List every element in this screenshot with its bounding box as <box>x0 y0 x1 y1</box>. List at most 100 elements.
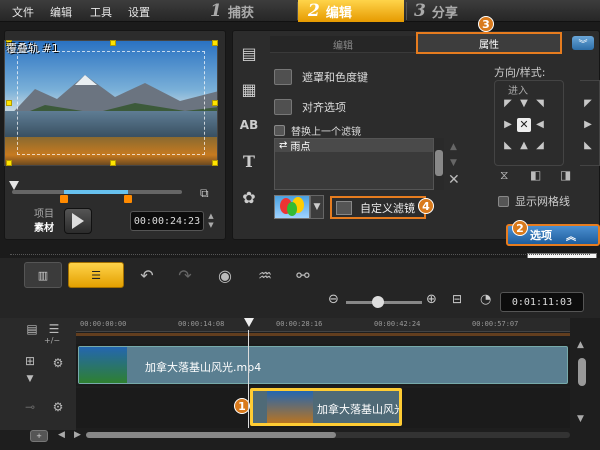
show-grid-checkbox[interactable] <box>498 195 509 207</box>
overlay-clip[interactable]: 加拿大落基山风光 <box>250 388 402 426</box>
preview-playhead[interactable] <box>9 181 19 190</box>
step-edit[interactable]: 2 编辑 <box>298 0 404 22</box>
exit-dir-icon[interactable]: ◣ <box>582 140 594 152</box>
redo-icon[interactable]: ↷ <box>174 265 196 287</box>
horizontal-scroll-thumb[interactable] <box>86 432 336 438</box>
zoom-slider-thumb[interactable] <box>372 296 384 308</box>
exit-dir-icon[interactable]: ▶ <box>582 119 594 131</box>
dir-center-icon[interactable]: ✕ <box>517 118 531 132</box>
callout-4: 4 <box>418 198 434 214</box>
delete-filter-icon[interactable]: ✕ <box>448 172 460 188</box>
enter-label: 进入 <box>508 86 528 97</box>
exit-dir-icon[interactable]: ◤ <box>582 98 594 110</box>
zoom-out-icon[interactable]: ⊖ <box>328 292 339 307</box>
record-icon[interactable]: ◉ <box>214 265 236 287</box>
undo-icon[interactable]: ↶ <box>136 265 158 287</box>
mix-icon[interactable]: ⚯ <box>292 265 314 287</box>
audio-icon[interactable]: ♒ <box>254 265 276 287</box>
media-icon[interactable]: ▤ <box>236 40 262 66</box>
step-capture[interactable]: 1 捕获 <box>200 0 296 22</box>
add-track-button[interactable]: + <box>30 430 48 442</box>
align-option[interactable]: 对齐选项 <box>274 98 346 116</box>
fade-out-icon[interactable]: ◨ <box>560 168 571 182</box>
dir-bottom-icon[interactable]: ▲ <box>518 140 530 152</box>
move-down-icon[interactable]: ▼ <box>450 158 457 168</box>
highlight-frame-attributes <box>416 32 562 54</box>
ripple-edit-icon[interactable]: ⊞ <box>20 352 40 370</box>
replace-filter-option[interactable]: 替换上一个滤镜 <box>274 121 361 139</box>
move-up-icon[interactable]: ▲ <box>450 142 457 152</box>
scroll-right-icon[interactable]: ▶ <box>74 430 81 440</box>
video-track-icon[interactable]: ⚙ <box>48 354 68 372</box>
play-button[interactable] <box>64 208 92 234</box>
menu-file[interactable]: 文件 <box>12 4 34 20</box>
scroll-down-icon[interactable]: ▼ <box>577 414 584 424</box>
replace-filter-checkbox[interactable] <box>274 124 285 136</box>
preview-video[interactable] <box>4 40 218 166</box>
text-icon[interactable]: T <box>236 148 262 174</box>
preview-timecode[interactable]: 00:00:24:23 <box>130 211 204 231</box>
mode-clip[interactable]: 素材 <box>34 222 54 236</box>
resize-handle[interactable] <box>110 160 116 166</box>
filter-icon[interactable]: ✿ <box>236 184 262 210</box>
trim-start-marker[interactable] <box>60 195 68 203</box>
mode-project[interactable]: 项目 <box>34 208 54 222</box>
dir-topright-icon[interactable]: ◥ <box>534 98 546 110</box>
zoom-slider[interactable] <box>346 301 422 304</box>
step-number: 2 <box>308 1 320 21</box>
callout-3: 3 <box>478 16 494 32</box>
resize-handle[interactable] <box>6 160 12 166</box>
overlay-track-icon[interactable]: ⚙ <box>48 398 68 416</box>
tab-edit[interactable]: 编辑 <box>270 36 416 53</box>
filter-scroll-thumb[interactable] <box>435 150 443 176</box>
add-track-icon[interactable]: +/− <box>44 336 60 345</box>
dir-top-icon[interactable]: ▼ <box>518 98 530 110</box>
custom-filter-button[interactable]: 自定义滤镜 <box>330 196 426 219</box>
menu-settings[interactable]: 设置 <box>128 4 150 20</box>
transition-icon[interactable]: AB <box>236 112 262 138</box>
show-grid-option[interactable]: 显示网格线 <box>498 193 570 209</box>
filter-list-item[interactable]: ⇄ 雨点 <box>275 139 433 153</box>
track-manager-icon[interactable]: ▤ <box>22 320 42 338</box>
collapse-toggle[interactable]: ︾ <box>572 36 594 50</box>
resize-handle[interactable] <box>212 40 218 46</box>
resize-handle[interactable] <box>212 100 218 106</box>
video-clip[interactable]: 加拿大落基山风光.mp4 <box>78 346 568 384</box>
timecode-spinner[interactable]: ▲ ▼ <box>206 212 216 230</box>
filter-list[interactable]: ⇄ 雨点 <box>274 138 434 190</box>
timeline-playhead[interactable] <box>244 318 254 327</box>
dir-right-icon[interactable]: ◀ <box>534 119 546 131</box>
scroll-up-icon[interactable]: ▲ <box>577 340 584 350</box>
scroll-left-icon[interactable]: ◀ <box>58 430 65 440</box>
mask-chroma-option[interactable]: 遮罩和色度键 <box>274 68 368 86</box>
fit-timeline-icon[interactable]: ⊟ <box>452 292 462 306</box>
filter-preset-thumbnail[interactable] <box>274 195 310 219</box>
film-icon[interactable]: ▦ <box>236 76 262 102</box>
menu-edit[interactable]: 编辑 <box>50 4 72 20</box>
play-icon <box>72 213 84 229</box>
menu-tools[interactable]: 工具 <box>90 4 112 20</box>
lock-icon[interactable]: ⊸ <box>20 398 40 416</box>
filter-scrollbar[interactable] <box>434 138 444 190</box>
snapshot-icon[interactable]: ⧉ <box>200 186 216 200</box>
resize-handle[interactable] <box>212 160 218 166</box>
timeline-timecode[interactable]: 0:01:11:03 <box>500 292 584 312</box>
trim-end-marker[interactable] <box>124 195 132 203</box>
timeline-vertical-scrollbar[interactable] <box>578 358 586 386</box>
balloon-icon <box>280 197 304 216</box>
dir-bottomright-icon[interactable]: ◢ <box>534 140 546 152</box>
collapse-arrow-icon[interactable]: ▼ <box>20 370 40 388</box>
dir-left-icon[interactable]: ▶ <box>502 119 514 131</box>
resize-handle[interactable] <box>6 100 12 106</box>
safe-area-frame <box>17 51 205 155</box>
dir-bottomleft-icon[interactable]: ◣ <box>502 140 514 152</box>
fade-in-icon[interactable]: ◧ <box>530 168 541 182</box>
timeline-view-button[interactable]: ☰ <box>68 262 124 288</box>
storyboard-view-button[interactable]: ▥ <box>24 262 62 288</box>
zoom-in-icon[interactable]: ⊕ <box>426 292 437 307</box>
preset-dropdown[interactable]: ▼ <box>310 195 324 219</box>
play-mode-labels[interactable]: 项目 素材 <box>34 208 54 236</box>
resize-handle[interactable] <box>110 40 116 46</box>
pause-fade-icon[interactable]: ⧖ <box>500 168 508 183</box>
dir-topleft-icon[interactable]: ◤ <box>502 98 514 110</box>
